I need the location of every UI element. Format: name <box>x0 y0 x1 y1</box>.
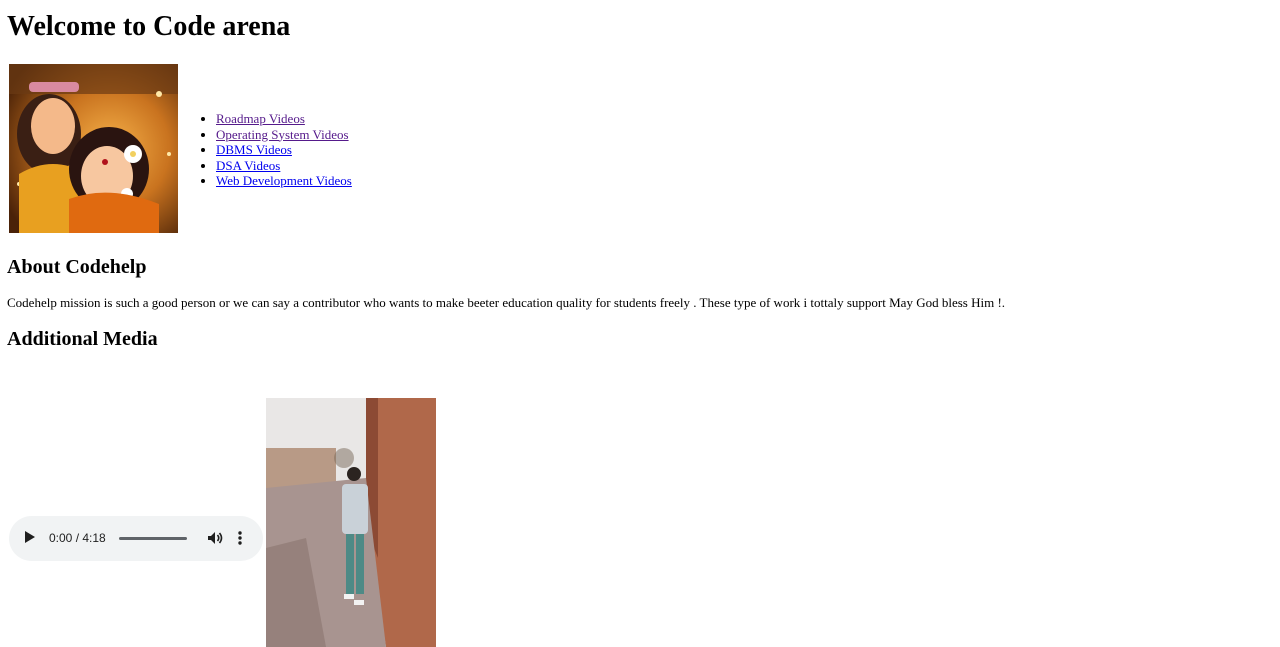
audio-seek-bar[interactable] <box>119 537 187 540</box>
page: Welcome to Code arena • Roadmap Videos •… <box>0 0 1280 647</box>
play-icon[interactable] <box>25 531 35 543</box>
audio-time-display: 0:00 / 4:18 <box>49 531 106 545</box>
list-item: DSA Videos <box>216 158 352 174</box>
list-item: Operating System Videos <box>216 127 352 143</box>
list-item: DBMS Videos <box>216 142 352 158</box>
person-walking-photo <box>266 398 436 647</box>
dbms-videos-link[interactable]: DBMS Videos <box>216 142 292 157</box>
more-vert-icon[interactable] <box>234 529 246 547</box>
couple-illustration <box>9 64 178 233</box>
street-photo <box>266 398 436 647</box>
list-item: Roadmap Videos <box>216 111 352 127</box>
hero-illustration-image <box>9 64 178 233</box>
additional-media-heading: Additional Media <box>7 328 158 350</box>
page-title: Welcome to Code arena <box>7 11 291 42</box>
web-development-videos-link[interactable]: Web Development Videos <box>216 173 352 188</box>
list-item: Web Development Videos <box>216 173 352 189</box>
volume-icon[interactable] <box>206 529 224 547</box>
dsa-videos-link[interactable]: DSA Videos <box>216 158 280 173</box>
video-links-list: Roadmap Videos Operating System Videos D… <box>176 111 352 189</box>
audio-player[interactable]: 0:00 / 4:18 <box>9 516 263 561</box>
about-paragraph: Codehelp mission is such a good person o… <box>7 295 1006 310</box>
roadmap-videos-link[interactable]: Roadmap Videos <box>216 111 305 126</box>
about-heading: About Codehelp <box>7 256 147 278</box>
operating-system-videos-link[interactable]: Operating System Videos <box>216 127 349 142</box>
